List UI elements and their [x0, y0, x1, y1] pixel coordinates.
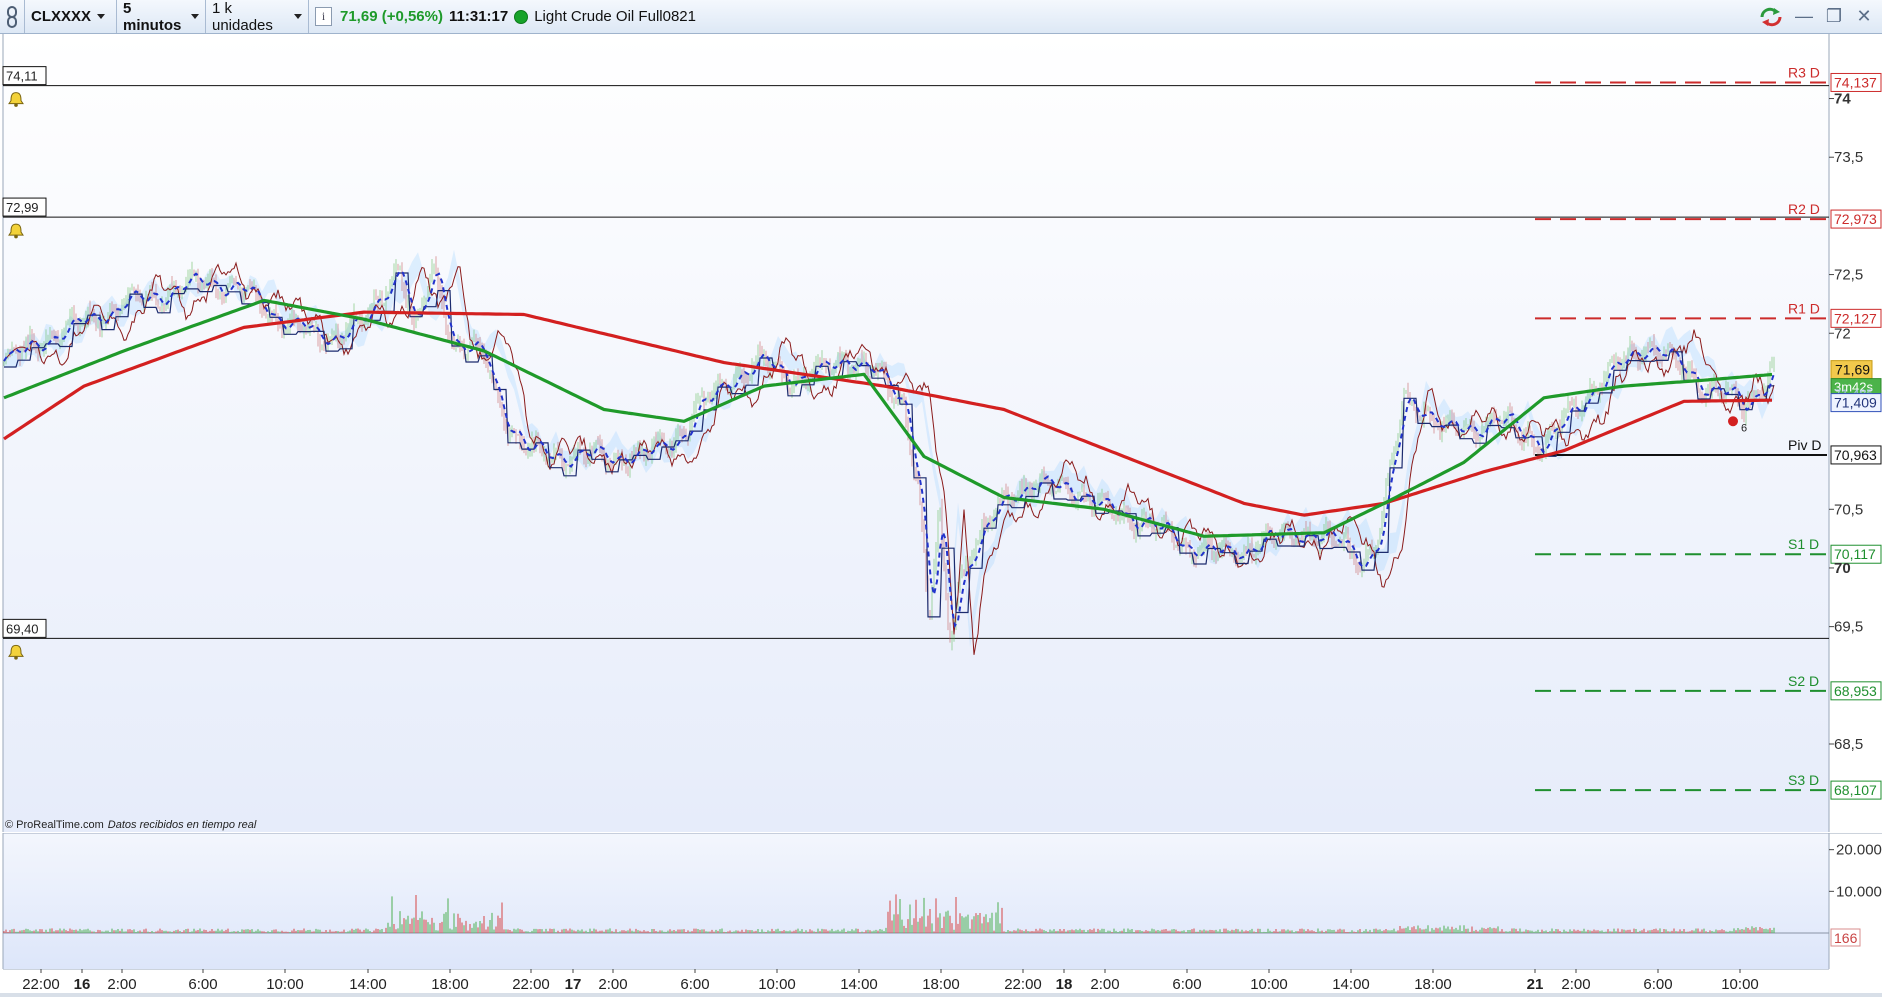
pivot-value: 70,963 — [1834, 447, 1877, 463]
time-label: 14:00 — [349, 976, 387, 993]
price-tick-label: 72,5 — [1834, 267, 1863, 284]
time-label: 2:00 — [1090, 976, 1119, 993]
realtime-note: Datos recibidos en tiempo real — [107, 819, 257, 831]
alert-label-box[interactable]: 74,11 — [2, 66, 47, 86]
alert-label-box[interactable]: 72,99 — [2, 197, 47, 217]
chart-background — [3, 34, 1829, 832]
pivot-label: S2 D — [1788, 673, 1819, 689]
pivot-label: R1 D — [1788, 300, 1820, 316]
time-label: 10:00 — [1250, 976, 1288, 993]
units-label: 1 k unidades — [212, 0, 273, 34]
pivot-value: 72,973 — [1834, 211, 1877, 227]
sync-icon[interactable] — [1758, 6, 1784, 28]
time-label: 18:00 — [922, 976, 960, 993]
time-label: 2:00 — [1561, 976, 1590, 993]
price-tick-label: 73,5 — [1834, 149, 1863, 166]
alert-price-label: 72,99 — [6, 200, 39, 215]
price-tick-label: 74 — [1834, 91, 1851, 108]
symbol-selector[interactable]: CLXXXX — [25, 0, 117, 33]
blue-price: 71,409 — [1834, 395, 1877, 411]
price-tick-label: 69,5 — [1834, 619, 1863, 636]
time-label: 18:00 — [1414, 976, 1452, 993]
time-label: 14:00 — [840, 976, 878, 993]
price-axis: 7473,572,57270,57069,568,571,693m42s71,4… — [1829, 91, 1882, 753]
price-change: 71,69 (+0,56%) — [340, 8, 443, 25]
time-label: 22:00 — [22, 976, 60, 993]
price-tick-label: 72 — [1834, 325, 1851, 342]
trade-marker-label: 6 — [1741, 422, 1747, 434]
chart-toolbar: CLXXXX 5 minutos 1 k unidades i 71,69 (+… — [0, 0, 1882, 34]
time-label: 18:00 — [431, 976, 469, 993]
pivot-value: 74,137 — [1834, 74, 1877, 90]
time-label: 6:00 — [188, 976, 217, 993]
close-button[interactable]: ✕ — [1854, 6, 1874, 27]
day-label: 17 — [565, 976, 582, 993]
pivot-label: R2 D — [1788, 201, 1820, 217]
horizontal-scrollbar[interactable] — [0, 993, 1882, 997]
pivot-label: S3 D — [1788, 772, 1819, 788]
window-controls: — ❐ ✕ — [1758, 0, 1874, 33]
price-tick-label: 70 — [1834, 560, 1851, 577]
volume-axis: 20.000 10.000 166 — [1829, 842, 1882, 947]
bell-clapper — [14, 103, 18, 107]
minimize-button[interactable]: — — [1794, 6, 1814, 27]
day-label: 16 — [74, 976, 91, 993]
restore-button[interactable]: ❐ — [1824, 6, 1844, 27]
volume-tick-label: 10.000 — [1836, 883, 1882, 900]
alert-label-box[interactable]: 69,40 — [2, 618, 47, 638]
time-label: 10:00 — [758, 976, 796, 993]
price-chart[interactable]: 74,11 72,99 69,40 R3 D 74,137 R2 D 72,973 R1 D… — [0, 34, 1882, 832]
source-note: © ProRealTime.com Datos recibidos en tiem… — [5, 819, 256, 831]
time-label: 2:00 — [598, 976, 627, 993]
current-volume: 166 — [1834, 930, 1858, 946]
pivot-value: 72,127 — [1834, 310, 1877, 326]
units-selector[interactable]: 1 k unidades — [206, 0, 309, 34]
chain-icon — [7, 5, 17, 28]
volume-tick-label: 20.000 — [1836, 842, 1882, 859]
source-label: © ProRealTime.com — [5, 819, 104, 831]
symbol-label: CLXXXX — [31, 8, 92, 25]
pivot-value: 68,953 — [1834, 683, 1877, 699]
pivot-label: R3 D — [1788, 64, 1820, 80]
alert-price-label: 74,11 — [6, 69, 38, 84]
current-price: 71,69 — [1835, 362, 1870, 378]
day-label: 21 — [1527, 976, 1544, 993]
time-label: 2:00 — [107, 976, 136, 993]
time-label: 22:00 — [512, 976, 550, 993]
pivot-label: S1 D — [1788, 536, 1819, 552]
time-label: 22:00 — [1004, 976, 1042, 993]
time-label: 6:00 — [1172, 976, 1201, 993]
time-label: 10:00 — [1721, 976, 1759, 993]
price-tick-label: 70,5 — [1834, 501, 1863, 518]
instrument-name: Light Crude Oil Full0821 — [534, 8, 696, 25]
instrument-info: i 71,69 (+0,56%) 11:31:17 Light Crude Oi… — [309, 0, 702, 33]
trade-marker — [1728, 416, 1738, 427]
info-icon[interactable]: i — [315, 7, 332, 26]
live-status-icon — [514, 9, 529, 24]
volume-chart[interactable]: 20.000 10.000 166 — [0, 833, 1882, 969]
bell-clapper — [14, 656, 18, 660]
chevron-down-icon — [294, 14, 302, 19]
chart-menu-button[interactable] — [0, 0, 25, 33]
time-label: 14:00 — [1332, 976, 1370, 993]
pivot-value: 68,107 — [1834, 782, 1877, 798]
chevron-down-icon — [97, 14, 106, 19]
time-label: 6:00 — [680, 976, 709, 993]
time-label: 6:00 — [1643, 976, 1672, 993]
alert-price-label: 69,40 — [6, 621, 39, 636]
price-tick-label: 68,5 — [1834, 736, 1863, 753]
day-label: 18 — [1056, 976, 1073, 993]
chevron-down-icon — [191, 14, 199, 19]
pivot-label: Piv D — [1788, 437, 1821, 453]
time-axis-labels: 22:00 16 2:00 6:00 10:00 14:00 18:00 22:00 17 2:0… — [22, 969, 1759, 993]
timeframe-label: 5 minutos — [123, 0, 182, 34]
bell-clapper — [14, 234, 18, 239]
timeframe-selector[interactable]: 5 minutos — [117, 0, 206, 34]
clock: 11:31:17 — [449, 8, 509, 25]
time-label: 10:00 — [266, 976, 304, 993]
